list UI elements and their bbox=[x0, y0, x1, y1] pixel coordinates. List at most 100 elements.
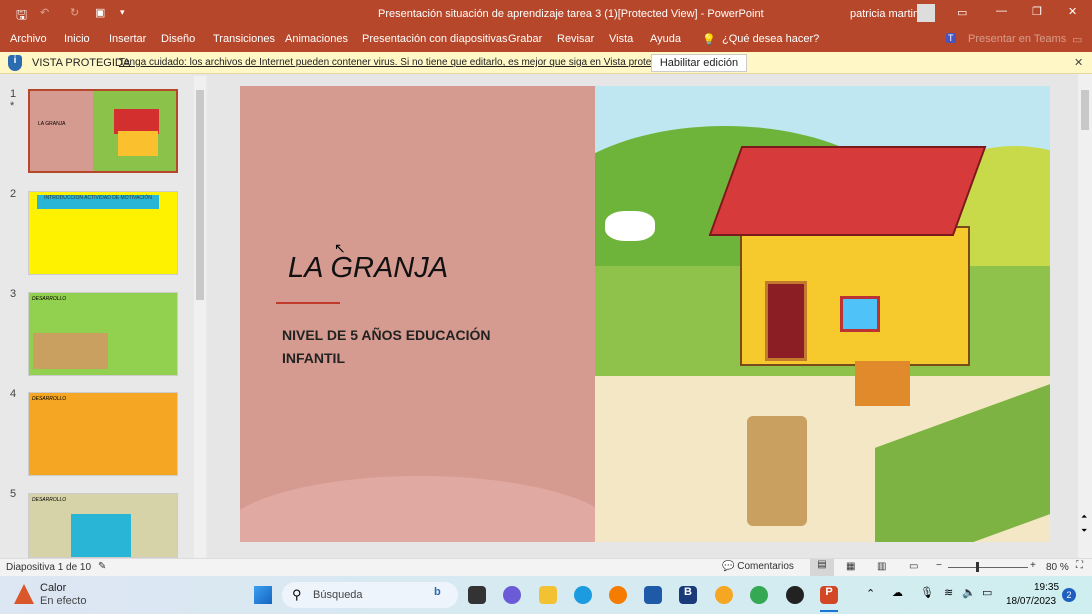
tab-revisar[interactable]: Revisar bbox=[557, 33, 594, 45]
comments-button[interactable]: 💬 Comentarios bbox=[722, 561, 794, 572]
thumbnail-scrollbar[interactable] bbox=[194, 76, 206, 558]
slide-canvas[interactable]: LA GRANJA NIVEL DE 5 AÑOS EDUCACIÓN INFA… bbox=[240, 86, 1050, 542]
tab-inicio[interactable]: Inicio bbox=[64, 33, 90, 45]
tab-diseno[interactable]: Diseño bbox=[161, 33, 195, 45]
teams-chat-icon[interactable] bbox=[503, 586, 521, 604]
powerpoint-icon[interactable]: P bbox=[820, 586, 838, 604]
minimize-icon[interactable]: — bbox=[996, 5, 1007, 17]
vpn-browser-icon[interactable] bbox=[715, 586, 733, 604]
house-window bbox=[840, 296, 880, 332]
content-box bbox=[71, 514, 131, 557]
weather-title[interactable]: Calor bbox=[40, 582, 66, 594]
slide-number: 5 bbox=[10, 488, 17, 500]
save-icon[interactable]: 🖫 bbox=[16, 6, 27, 28]
present-icon[interactable]: ▣ bbox=[95, 6, 105, 19]
slide-title[interactable]: LA GRANJA bbox=[288, 252, 448, 285]
comments-label: Comentarios bbox=[737, 561, 794, 572]
slide-number: 4 bbox=[10, 388, 17, 400]
scroll-thumb[interactable] bbox=[196, 90, 204, 300]
protected-message-link[interactable]: Tenga cuidado: los archivos de Internet … bbox=[119, 57, 673, 68]
slide-counter: Diapositiva 1 de 10 bbox=[6, 562, 92, 573]
notification-badge[interactable]: 2 bbox=[1062, 588, 1076, 602]
task-view-icon[interactable] bbox=[468, 586, 486, 604]
bing-icon[interactable]: b bbox=[434, 586, 441, 598]
slide-thumbnail-1[interactable]: LA GRANJA bbox=[28, 89, 178, 173]
ribbon-display-icon[interactable]: ▭ bbox=[957, 6, 967, 19]
house-roof bbox=[708, 146, 987, 236]
slide-thumbnail-3[interactable]: DESARROLLO bbox=[28, 292, 178, 376]
house-wall bbox=[118, 131, 158, 156]
zoom-level[interactable]: 80 % bbox=[1046, 562, 1069, 573]
enable-editing-button[interactable]: Habilitar edición bbox=[651, 54, 747, 72]
zoom-in-button[interactable]: + bbox=[1030, 560, 1036, 571]
slide-thumbnail-5[interactable]: DESARROLLO bbox=[28, 493, 178, 558]
microphone-icon[interactable]: 🎙 bbox=[920, 586, 934, 599]
normal-view-button[interactable]: ▤ bbox=[810, 559, 834, 576]
scroll-thumb[interactable] bbox=[1081, 90, 1089, 130]
customize-toolbar-icon[interactable]: ▾ bbox=[120, 7, 125, 18]
clock-date[interactable]: 18/07/2023 bbox=[1006, 596, 1056, 607]
slide-thumbnail-2[interactable]: INTRODUCCION ACTIVIDAD DE MOTIVACIÓN bbox=[28, 191, 178, 275]
next-slide-icon[interactable]: ⏷ bbox=[1081, 526, 1087, 536]
zoom-slider-thumb[interactable] bbox=[976, 562, 979, 572]
slide-sorter-button[interactable]: ▦ bbox=[846, 561, 855, 572]
tab-archivo[interactable]: Archivo bbox=[10, 33, 47, 45]
file-explorer-icon[interactable] bbox=[539, 586, 557, 604]
close-bar-icon[interactable]: ✕ bbox=[1074, 56, 1083, 69]
fit-slide-icon[interactable]: ⛶ bbox=[1076, 560, 1083, 571]
thumbnail-title: DESARROLLO bbox=[32, 296, 67, 302]
tell-me-search[interactable]: ¿Qué desea hacer? bbox=[722, 33, 819, 45]
zoom-out-button[interactable]: − bbox=[936, 560, 942, 571]
reading-view-button[interactable]: ▥ bbox=[877, 561, 886, 572]
close-icon[interactable]: ✕ bbox=[1068, 5, 1077, 18]
tab-insertar[interactable]: Insertar bbox=[109, 33, 146, 45]
edge-icon[interactable] bbox=[574, 586, 592, 604]
thumbnail-title: DESARROLLO bbox=[32, 396, 67, 402]
search-box[interactable]: ⚲ Búsqueda b bbox=[282, 582, 458, 608]
store-icon[interactable] bbox=[644, 586, 662, 604]
weather-subtitle[interactable]: En efecto bbox=[40, 595, 86, 607]
protected-view-bar: i VISTA PROTEGIDA Tenga cuidado: los arc… bbox=[0, 52, 1092, 74]
firefox-icon[interactable] bbox=[609, 586, 627, 604]
tab-ayuda[interactable]: Ayuda bbox=[650, 33, 681, 45]
avatar[interactable] bbox=[917, 4, 935, 22]
tab-vista[interactable]: Vista bbox=[609, 33, 633, 45]
show-hidden-icons[interactable]: ⌃ bbox=[866, 587, 875, 600]
slide-number: 2 bbox=[10, 188, 17, 200]
previous-slide-icon[interactable]: ⏶ bbox=[1081, 512, 1087, 522]
slide-thumbnail-4[interactable]: DESARROLLO bbox=[28, 392, 178, 476]
title-panel: LA GRANJA NIVEL DE 5 AÑOS EDUCACIÓN INFA… bbox=[240, 86, 620, 542]
redo-icon[interactable]: ↻ bbox=[70, 6, 79, 19]
lightbulb-icon: 💡 bbox=[702, 34, 716, 46]
start-icon[interactable] bbox=[254, 586, 272, 604]
battery-icon[interactable]: ▭ bbox=[982, 586, 992, 599]
onedrive-icon[interactable]: ☁ bbox=[892, 586, 903, 599]
star-icon: * bbox=[10, 100, 15, 112]
tab-transiciones[interactable]: Transiciones bbox=[213, 33, 275, 45]
taskbar: Calor En efecto ⚲ Búsqueda b B P ⌃ ☁ 🎙 ≋… bbox=[0, 576, 1092, 614]
weather-icon[interactable] bbox=[14, 584, 34, 604]
editor-scrollbar[interactable]: ⏶ ⏷ bbox=[1078, 74, 1092, 558]
wifi-icon[interactable]: ≋ bbox=[944, 586, 953, 599]
obs-icon[interactable] bbox=[786, 586, 804, 604]
tab-animaciones[interactable]: Animaciones bbox=[285, 33, 348, 45]
tab-presentacion[interactable]: Presentación con diapositivas bbox=[362, 33, 508, 45]
cow bbox=[605, 211, 655, 241]
present-in-teams-button[interactable]: Presentar en Teams bbox=[968, 33, 1066, 45]
undo-icon[interactable]: ↶ bbox=[40, 6, 49, 19]
maximize-icon[interactable]: ❐ bbox=[1032, 5, 1042, 18]
slide-subtitle[interactable]: NIVEL DE 5 AÑOS EDUCACIÓN INFANTIL bbox=[282, 324, 522, 370]
user-name[interactable]: patricia martin bbox=[850, 8, 919, 20]
thumbnail-title: LA GRANJA bbox=[38, 121, 66, 127]
tab-grabar[interactable]: Grabar bbox=[508, 33, 542, 45]
booking-icon[interactable]: B bbox=[679, 586, 697, 604]
zoom-slider[interactable] bbox=[948, 567, 1028, 568]
slide-number: 1 bbox=[10, 88, 17, 100]
clock-time[interactable]: 19:35 bbox=[1034, 582, 1059, 593]
notes-icon[interactable]: ✎ bbox=[98, 561, 106, 572]
volume-icon[interactable]: 🔈 bbox=[962, 586, 976, 599]
comments-icon[interactable]: ▭ bbox=[1072, 33, 1082, 46]
slideshow-button[interactable]: ▭ bbox=[909, 561, 918, 572]
chrome-icon[interactable] bbox=[750, 586, 768, 604]
status-bar: Diapositiva 1 de 10 ✎ 💬 Comentarios ▤ ▦ … bbox=[0, 558, 1092, 576]
